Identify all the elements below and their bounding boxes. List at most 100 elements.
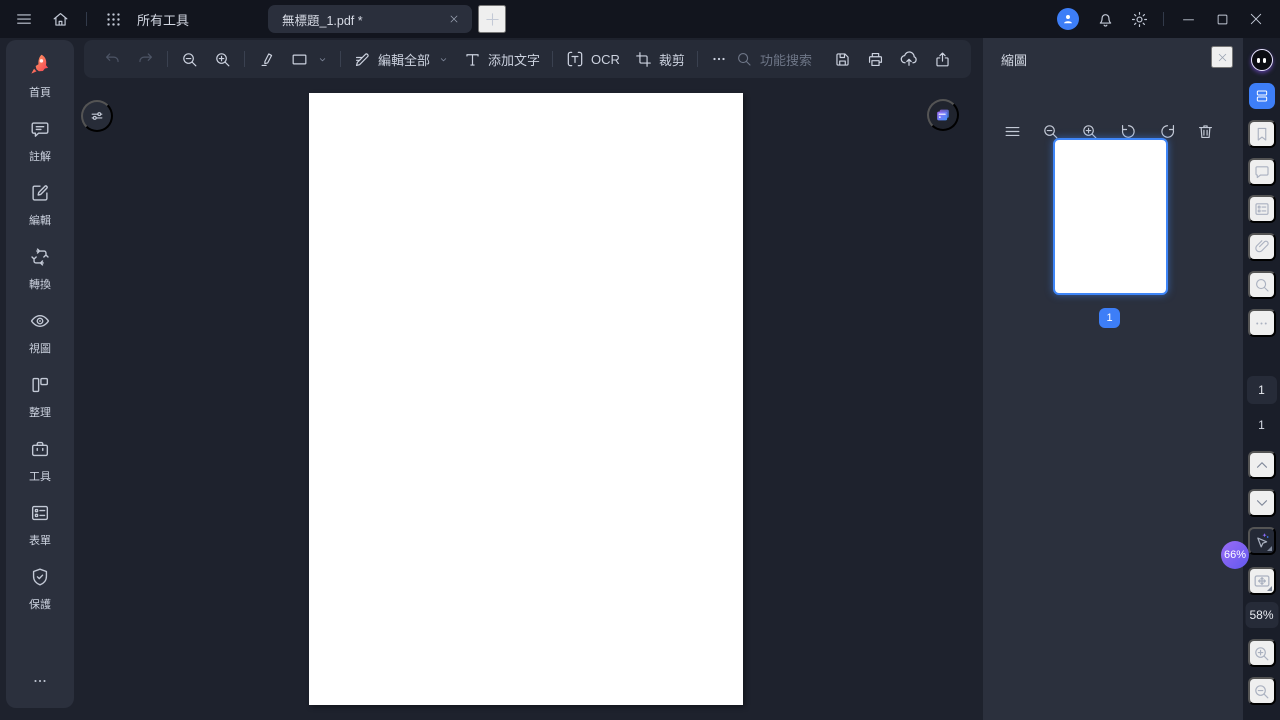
ai-files-icon (933, 105, 953, 125)
previous-page-button[interactable] (1247, 451, 1276, 479)
left-sidebar: 首頁 註解 編輯 轉換 視圖 整理 工具 表單 保護 (6, 40, 74, 708)
zoom-in-button[interactable] (206, 44, 239, 74)
organize-icon (29, 372, 51, 398)
sidebar-item-forms[interactable]: 表單 (6, 500, 74, 548)
home-button[interactable] (44, 5, 76, 33)
close-window-button[interactable] (1240, 5, 1272, 33)
sidebar-item-home[interactable]: 首頁 (6, 52, 74, 100)
right-rail: 1 1 58% (1243, 38, 1280, 720)
crop-label: 裁剪 (658, 52, 685, 68)
search-panel-button[interactable] (1247, 271, 1276, 299)
thumbnails-icon (1248, 83, 1275, 109)
rocket-icon (27, 52, 53, 78)
printer-icon (866, 50, 885, 69)
pan-tool-button[interactable] (1247, 567, 1276, 595)
bookmarks-panel-button[interactable] (1247, 120, 1276, 148)
main-menu-button[interactable] (8, 5, 40, 33)
zoom-out-icon (1252, 682, 1271, 701)
notifications-button[interactable] (1089, 5, 1121, 33)
main-toolbar: 編輯全部 添加文字 OCR 裁剪 功能搜索 (84, 40, 971, 78)
sliders-icon (88, 107, 106, 125)
pdf-page[interactable] (309, 93, 743, 705)
edit-icon (29, 180, 51, 206)
titlebar: 所有工具 無標題_1.pdf * (0, 0, 1280, 38)
zoom-out-button[interactable] (173, 44, 206, 74)
print-button[interactable] (859, 44, 892, 74)
sidebar-item-view[interactable]: 視圖 (6, 308, 74, 356)
save-button[interactable] (826, 44, 859, 74)
convert-icon (29, 244, 51, 270)
new-tab-button[interactable] (478, 5, 506, 33)
maximize-button[interactable] (1206, 5, 1238, 33)
hamburger-icon (1003, 122, 1022, 141)
submenu-corner (1266, 546, 1272, 551)
document-tab[interactable]: 無標題_1.pdf * (268, 5, 472, 33)
add-text-button[interactable]: 添加文字 (456, 44, 547, 74)
sidebar-item-label: 首頁 (29, 87, 51, 99)
gear-icon (1130, 10, 1149, 29)
cloud-upload-button[interactable] (892, 44, 926, 74)
page-zoom-in-button[interactable] (1247, 639, 1276, 667)
more-icon (1253, 315, 1270, 332)
sidebar-item-tools[interactable]: 工具 (6, 436, 74, 484)
chevron-down-icon (317, 54, 328, 65)
cloud-upload-icon (899, 49, 919, 69)
shape-tool-button[interactable] (283, 44, 335, 74)
undo-button[interactable] (96, 44, 129, 74)
settings-button[interactable] (1123, 5, 1155, 33)
pointer-zoom-badge[interactable]: 66% (1221, 541, 1249, 569)
more-tools-button[interactable] (703, 44, 735, 74)
ai-bot-button[interactable] (1250, 49, 1273, 71)
zoom-level-value[interactable]: 58% (1245, 602, 1278, 628)
user-avatar[interactable] (1057, 8, 1079, 30)
shield-icon (29, 564, 51, 590)
highlighter-icon (257, 50, 276, 69)
redo-button[interactable] (129, 44, 162, 74)
page-zoom-out-button[interactable] (1247, 677, 1276, 705)
current-page-input[interactable]: 1 (1246, 376, 1277, 404)
share-icon (933, 50, 952, 69)
more-panels-button[interactable] (1247, 309, 1276, 337)
all-tools-label[interactable]: 所有工具 (137, 10, 189, 29)
view-options-button[interactable] (81, 100, 113, 132)
tab-close-button[interactable] (444, 9, 464, 29)
sidebar-item-protect[interactable]: 保護 (6, 564, 74, 612)
page-thumbnail-badge[interactable]: 1 (1099, 308, 1120, 328)
chevron-down-icon (438, 54, 449, 65)
toolbar-divider (167, 51, 168, 67)
all-tools-grid-button[interactable] (97, 5, 129, 33)
crop-button[interactable]: 裁剪 (627, 44, 692, 74)
sidebar-item-comment[interactable]: 註解 (6, 116, 74, 164)
thumbnail-panel-toggle-active[interactable] (1248, 83, 1275, 109)
ocr-button[interactable]: OCR (558, 44, 627, 74)
zoom-in-icon (1252, 644, 1271, 663)
attachments-panel-button[interactable] (1247, 233, 1276, 261)
titlebar-divider (1163, 12, 1164, 26)
edit-all-button[interactable]: 編輯全部 (346, 44, 456, 74)
sidebar-item-label: 視圖 (29, 343, 51, 355)
total-pages-label: 1 (1258, 418, 1265, 432)
thumbnail-menu-button[interactable] (999, 118, 1025, 144)
page-thumbnail[interactable] (1053, 138, 1168, 295)
thumbnail-panel: 縮圖 1 (983, 38, 1243, 720)
comment-icon (1253, 163, 1271, 181)
ai-assistant-button[interactable] (927, 99, 959, 131)
plus-icon (484, 11, 501, 28)
toolbar-divider (696, 51, 698, 67)
thumbnail-panel-close-button[interactable] (1211, 46, 1233, 68)
highlighter-button[interactable] (250, 44, 283, 74)
share-button[interactable] (926, 44, 959, 74)
sidebar-more-button[interactable] (31, 672, 49, 690)
feature-search[interactable]: 功能搜索 (735, 50, 812, 69)
comments-panel-button[interactable] (1247, 158, 1276, 186)
minimize-button[interactable] (1172, 5, 1204, 33)
bell-icon (1096, 10, 1115, 29)
sidebar-item-organize[interactable]: 整理 (6, 372, 74, 420)
sidebar-item-edit[interactable]: 編輯 (6, 180, 74, 228)
fields-panel-button[interactable] (1247, 195, 1276, 223)
ai-select-tool-button[interactable] (1247, 527, 1276, 555)
next-page-button[interactable] (1247, 489, 1276, 517)
person-icon (1061, 12, 1075, 26)
sidebar-item-convert[interactable]: 轉換 (6, 244, 74, 292)
delete-page-button[interactable] (1193, 118, 1219, 144)
